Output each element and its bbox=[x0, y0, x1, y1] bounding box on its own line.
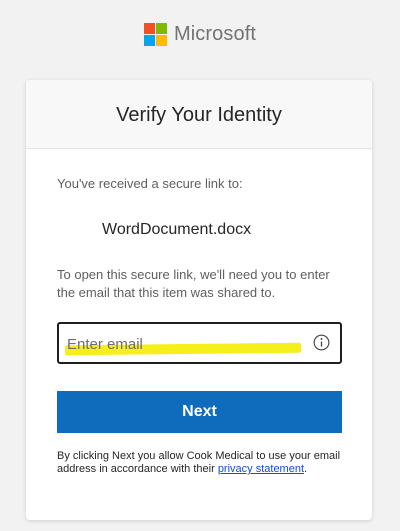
page-title: Verify Your Identity bbox=[116, 103, 282, 126]
brand-name: Microsoft bbox=[174, 23, 257, 45]
email-field[interactable] bbox=[57, 322, 342, 364]
logo-yellow-square bbox=[156, 34, 167, 46]
privacy-statement-link[interactable]: privacy statement bbox=[218, 463, 304, 475]
microsoft-logo-icon bbox=[144, 22, 167, 46]
logo-blue-square bbox=[144, 34, 155, 46]
microsoft-brand: Microsoft bbox=[144, 22, 256, 46]
consent-suffix: . bbox=[304, 463, 308, 475]
instructions-text: To open this secure link, we'll need you… bbox=[57, 267, 330, 300]
logo-green-square bbox=[156, 22, 167, 34]
card-header: Verify Your Identity bbox=[26, 80, 372, 149]
email-input[interactable] bbox=[67, 333, 302, 355]
logo-red-square bbox=[144, 22, 155, 34]
verify-identity-card: Verify Your Identity You've received a s… bbox=[26, 80, 372, 520]
next-button[interactable]: Next bbox=[57, 391, 342, 433]
intro-text: You've received a secure link to: bbox=[57, 176, 243, 191]
shared-file-name: WordDocument.docx bbox=[102, 221, 252, 238]
consent-text: By clicking Next you allow Cook Medical … bbox=[57, 450, 347, 476]
info-icon[interactable] bbox=[313, 334, 330, 351]
